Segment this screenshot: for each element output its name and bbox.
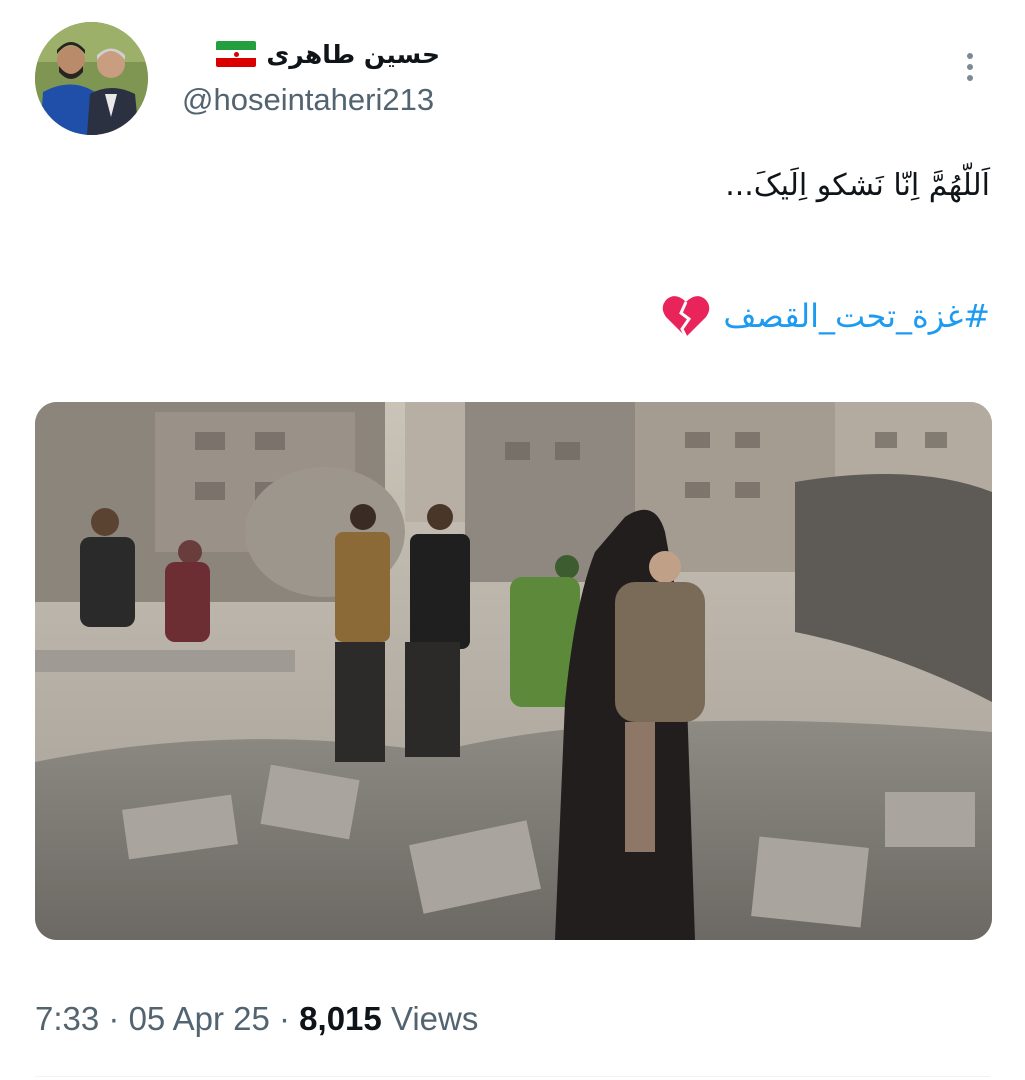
views-count: 8,015 (299, 1000, 382, 1037)
tweet-date[interactable]: 05 Apr 25 (129, 1000, 270, 1037)
author-name-row[interactable]: حسین طاهری (180, 36, 440, 72)
author-name[interactable]: حسین طاهری (266, 40, 440, 69)
tweet-time[interactable]: 7:33 (35, 1000, 99, 1037)
tweet-media-image[interactable] (35, 402, 992, 940)
more-options-icon[interactable] (950, 42, 990, 92)
meta-separator: · (99, 1000, 129, 1037)
iran-flag-icon (216, 41, 257, 67)
tweet-text: اَللّهُمَّ اِنّا نَشکو اِلَیکَ... (725, 168, 990, 203)
tweet-meta: 7:33 · 05 Apr 25 · 8,015 Views (35, 1000, 478, 1038)
tweet-hashtag-row: #غزة_تحت_القصف (661, 293, 990, 339)
views-label: Views (390, 1000, 479, 1037)
hashtag-link[interactable]: #غزة_تحت_القصف (723, 297, 990, 335)
avatar[interactable] (35, 22, 148, 135)
meta-separator: · (269, 1000, 300, 1037)
author-handle[interactable]: @hoseintaheri213 (182, 82, 434, 118)
broken-heart-icon (663, 296, 710, 338)
divider (35, 1076, 990, 1077)
